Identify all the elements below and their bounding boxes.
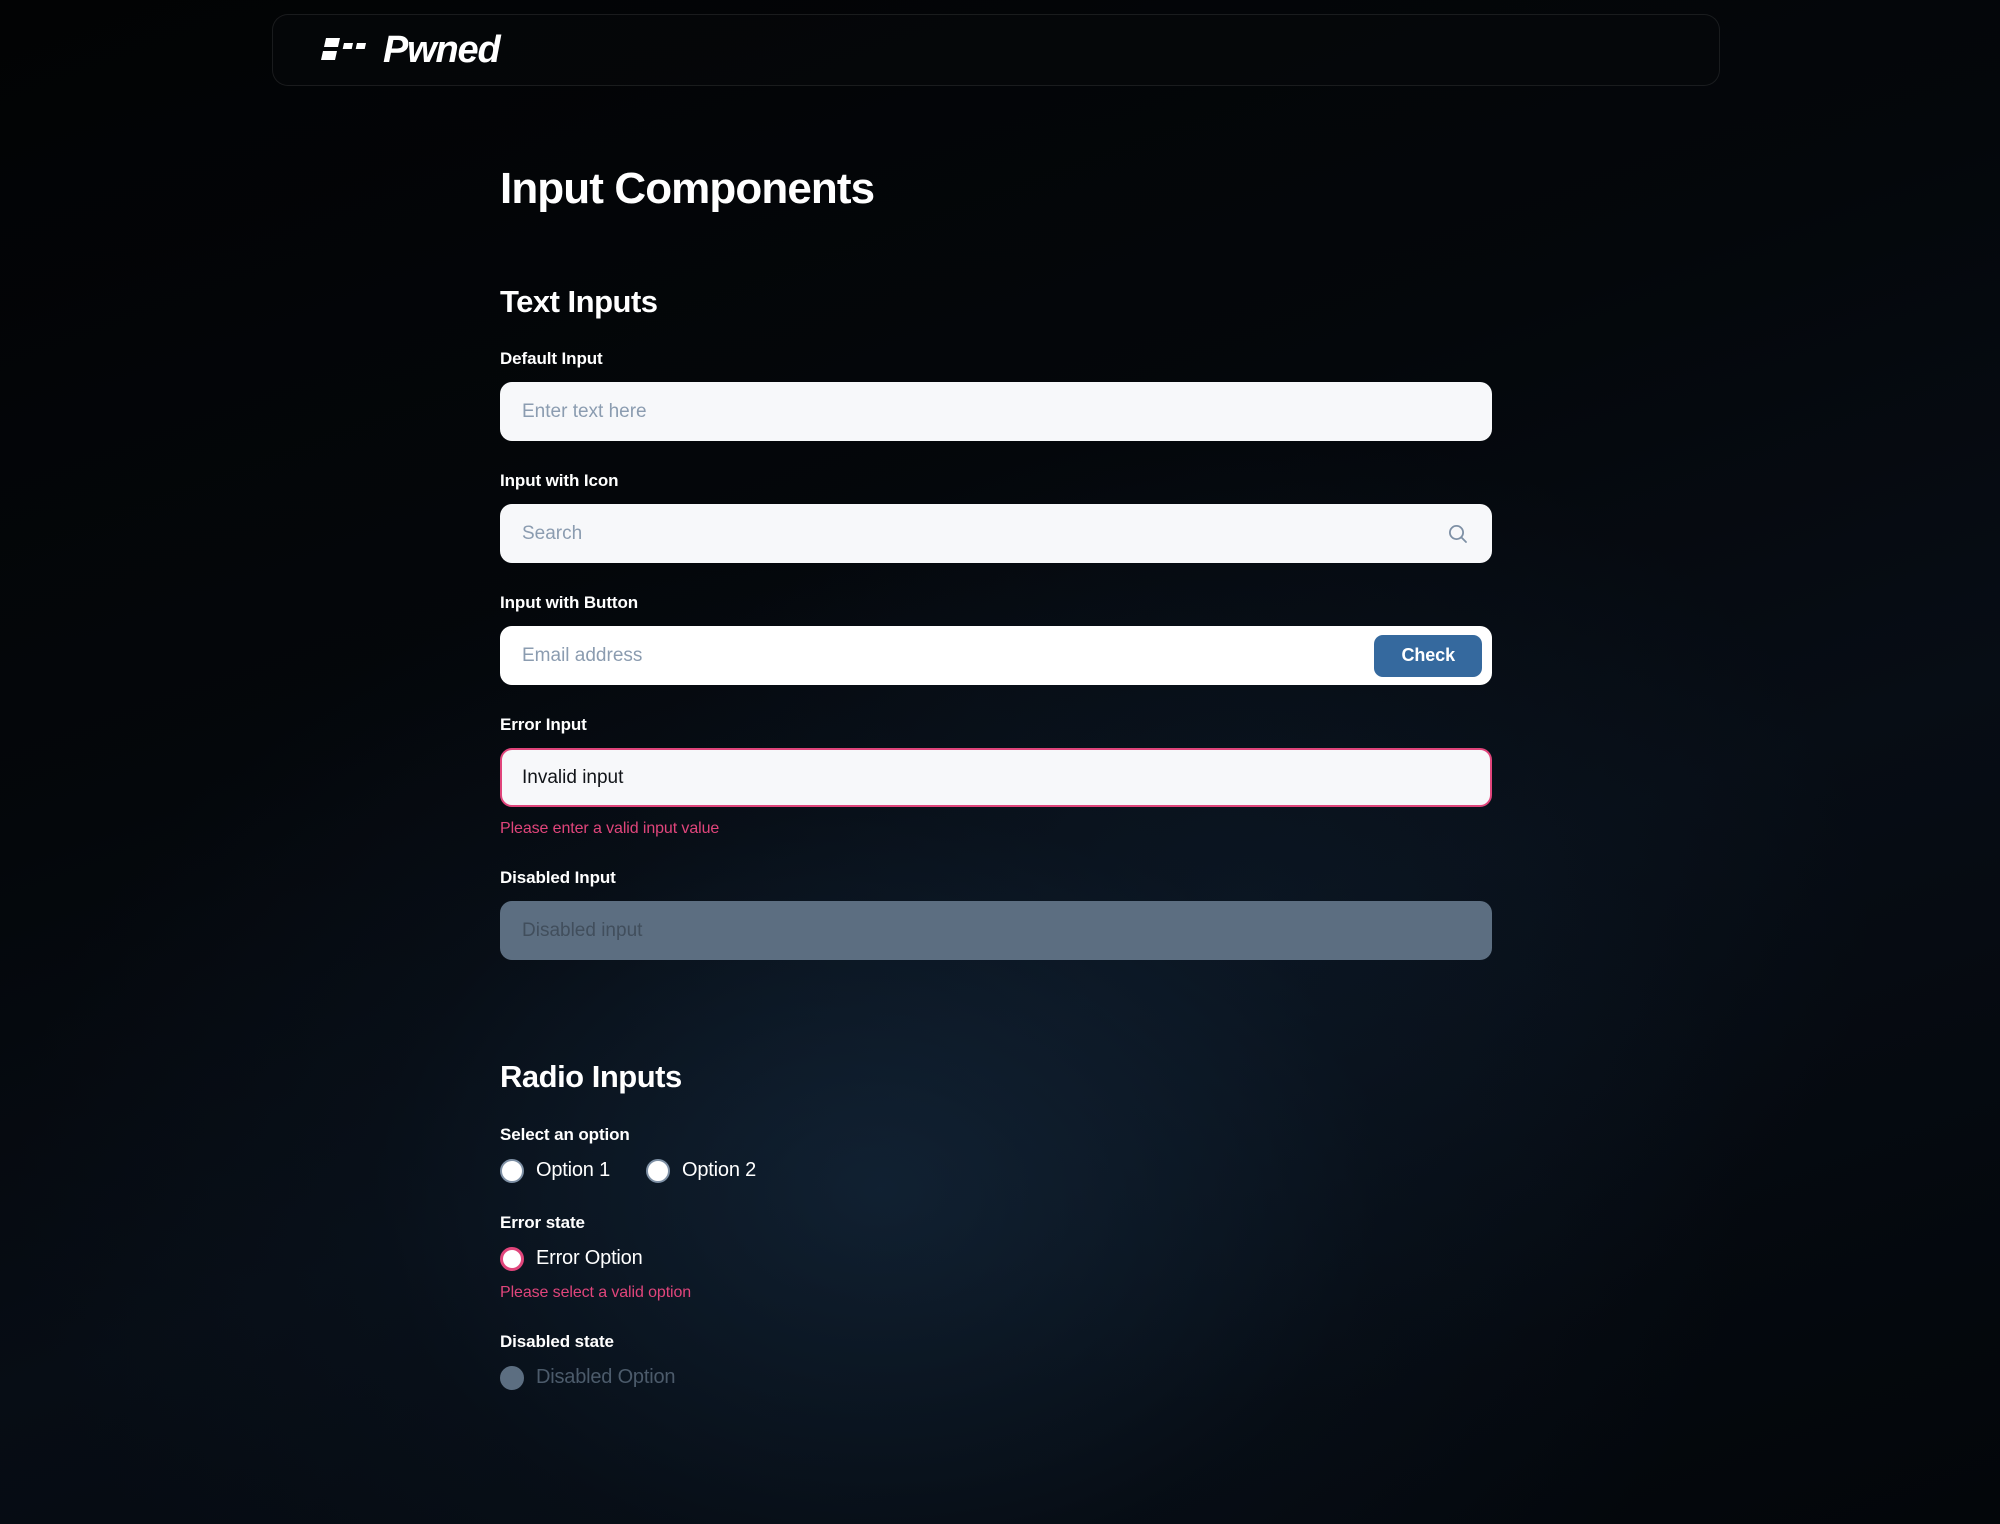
radio-item-disabled-option: Disabled Option [500, 1365, 676, 1390]
label-error-input: Error Input [500, 715, 587, 735]
search-input-wrap [500, 504, 1492, 564]
radio-label-disabled-option: Disabled Option [536, 1366, 676, 1389]
radio-label-error-option: Error Option [536, 1247, 643, 1270]
radio-dot-icon [646, 1158, 671, 1183]
field-error-input: Error Input Please enter a valid input v… [500, 715, 1492, 838]
page-title: Input Components [500, 164, 875, 213]
default-input-wrap [500, 382, 1492, 442]
brand-logo-text: Pwned [383, 29, 501, 71]
radio-dot-error-icon [500, 1246, 524, 1271]
radio-group-disabled: Disabled Option [500, 1365, 1492, 1390]
label-input-with-button: Input with Button [500, 593, 639, 613]
error-input[interactable] [500, 748, 1492, 808]
error-input-message: Please enter a valid input value [500, 820, 720, 838]
disabled-input-wrap [500, 901, 1492, 961]
search-input[interactable] [500, 504, 1492, 564]
email-input-wrap: Check [500, 626, 1492, 686]
section-heading-text-inputs: Text Inputs [500, 284, 658, 320]
radio-error-message: Please select a valid option [500, 1283, 692, 1301]
radio-item-option-2[interactable]: Option 2 [646, 1158, 757, 1183]
error-input-wrap [500, 748, 1492, 808]
pwned-bars-logo-mark [321, 38, 366, 60]
radio-dot-icon [500, 1158, 524, 1183]
section-heading-radio-inputs: Radio Inputs [500, 1059, 682, 1095]
field-default-input: Default Input [500, 349, 1492, 442]
brand-logo[interactable]: Pwned [320, 29, 501, 71]
email-input[interactable] [500, 626, 1492, 686]
radio-item-option-1[interactable]: Option 1 [500, 1158, 611, 1183]
main-content: Input Components Text Inputs Default Inp… [500, 0, 1492, 1390]
radio-group-error: Error Option [500, 1246, 1492, 1271]
radio-item-error-option[interactable]: Error Option [500, 1246, 643, 1271]
check-button[interactable]: Check [1374, 634, 1482, 677]
radio-dot-disabled-icon [500, 1365, 524, 1390]
field-input-with-button: Input with Button Check [500, 593, 1492, 686]
label-input-with-icon: Input with Icon [500, 471, 619, 491]
label-disabled-input: Disabled Input [500, 868, 616, 888]
page-root: Pwned Input Components Text Inputs Defau… [0, 0, 2000, 1524]
radio-label-option-2: Option 2 [682, 1159, 757, 1182]
default-input[interactable] [500, 382, 1492, 442]
field-input-with-icon: Input with Icon [500, 471, 1492, 564]
label-radio-select-group: Select an option [500, 1124, 630, 1144]
disabled-input [500, 901, 1492, 961]
field-disabled-input: Disabled Input [500, 868, 1492, 961]
radio-group-select: Option 1 Option 2 [500, 1158, 1492, 1183]
radio-label-option-1: Option 1 [536, 1159, 611, 1182]
label-default-input: Default Input [500, 349, 603, 369]
label-radio-error-group: Error state [500, 1212, 585, 1232]
label-radio-disabled-group: Disabled state [500, 1331, 614, 1351]
